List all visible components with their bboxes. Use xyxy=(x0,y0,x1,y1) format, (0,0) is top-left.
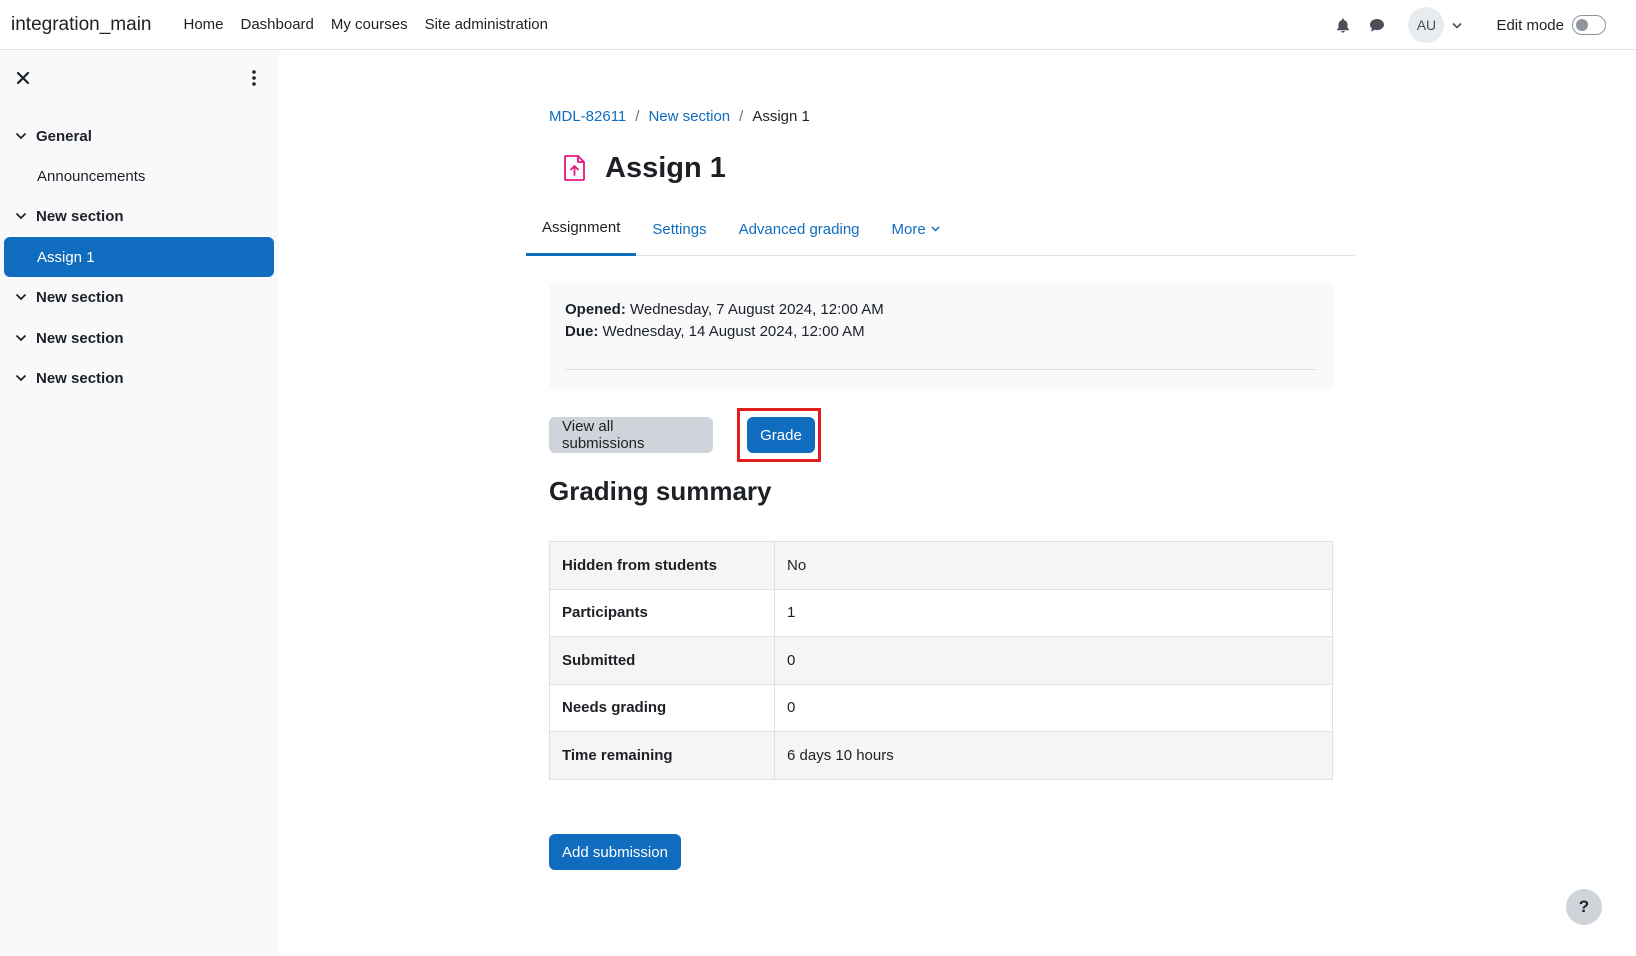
sidebar-item-assign-1[interactable]: Assign 1 xyxy=(4,237,274,277)
sidebar-section-label: New section xyxy=(36,207,124,225)
tab-settings[interactable]: Settings xyxy=(636,202,722,256)
add-submission-button[interactable]: Add submission xyxy=(549,834,681,870)
grading-summary-heading: Grading summary xyxy=(549,476,772,506)
sidebar-section-label: New section xyxy=(36,288,124,306)
opened-date: Opened: Wednesday, 7 August 2024, 12:00 … xyxy=(565,299,1317,321)
sidebar-section-label: New section xyxy=(36,329,124,347)
table-row: Needs grading 0 xyxy=(549,683,1333,732)
due-value: Wednesday, 14 August 2024, 12:00 AM xyxy=(602,323,865,340)
bell-icon[interactable] xyxy=(1332,14,1354,36)
chat-icon[interactable] xyxy=(1366,14,1388,36)
sidebar-item-announcements[interactable]: Announcements xyxy=(0,156,279,196)
row-value: 1 xyxy=(774,588,1333,637)
nav-my-courses[interactable]: My courses xyxy=(331,16,408,33)
breadcrumb: MDL-82611 / New section / Assign 1 xyxy=(549,108,810,125)
top-navbar: integration_main Home Dashboard My cours… xyxy=(0,0,1636,50)
table-row: Time remaining 6 days 10 hours xyxy=(549,731,1333,780)
primary-navigation: Home Dashboard My courses Site administr… xyxy=(183,16,548,33)
opened-label: Opened: xyxy=(565,301,626,318)
tab-more[interactable]: More xyxy=(876,202,956,256)
breadcrumb-current: Assign 1 xyxy=(752,108,810,125)
sidebar-section-new-section[interactable]: New section xyxy=(0,277,279,317)
row-value: 0 xyxy=(774,683,1333,732)
breadcrumb-separator: / xyxy=(739,108,744,125)
nav-site-administration[interactable]: Site administration xyxy=(425,16,548,33)
chevron-down-icon[interactable] xyxy=(1452,22,1463,29)
tab-label: Assignment xyxy=(542,219,621,236)
tab-label: Advanced grading xyxy=(738,220,860,238)
grading-summary-table: Hidden from students No Participants 1 S… xyxy=(549,541,1333,780)
sidebar-section-label: General xyxy=(36,127,92,145)
course-index-drawer: General Announcements New section Assign… xyxy=(0,50,279,956)
grade-button[interactable]: Grade xyxy=(747,417,815,453)
tab-label: Settings xyxy=(652,220,707,238)
tab-advanced-grading[interactable]: Advanced grading xyxy=(723,202,876,256)
table-row: Participants 1 xyxy=(549,588,1333,637)
kebab-icon[interactable] xyxy=(247,69,261,87)
close-icon[interactable] xyxy=(15,70,31,86)
sidebar-item-label: Announcements xyxy=(37,167,146,185)
row-label: Time remaining xyxy=(549,731,775,780)
row-label: Participants xyxy=(549,588,775,637)
sidebar-section-label: New section xyxy=(36,369,124,387)
sidebar-item-label: Assign 1 xyxy=(37,248,95,266)
row-label: Hidden from students xyxy=(549,541,775,590)
breadcrumb-section[interactable]: New section xyxy=(648,108,730,125)
user-navigation: AU Edit mode xyxy=(1332,0,1636,50)
table-row: Submitted 0 xyxy=(549,636,1333,685)
page-title: Assign 1 xyxy=(605,151,726,184)
nav-dashboard[interactable]: Dashboard xyxy=(241,16,314,33)
edit-mode-toggle[interactable] xyxy=(1572,15,1606,35)
assignment-upload-icon xyxy=(553,146,597,190)
sidebar-section-general[interactable]: General xyxy=(0,116,279,156)
divider xyxy=(565,369,1317,370)
main-content: MDL-82611 / New section / Assign 1 Assig… xyxy=(279,50,1636,956)
breadcrumb-separator: / xyxy=(635,108,640,125)
due-date: Due: Wednesday, 14 August 2024, 12:00 AM xyxy=(565,321,1317,343)
row-value: No xyxy=(774,541,1333,590)
avatar[interactable]: AU xyxy=(1408,7,1445,43)
opened-value: Wednesday, 7 August 2024, 12:00 AM xyxy=(630,301,884,318)
secondary-navigation-tabs: Assignment Settings Advanced grading Mor… xyxy=(526,202,1355,256)
row-label: Submitted xyxy=(549,636,775,685)
row-value: 6 days 10 hours xyxy=(774,731,1333,780)
chevron-down-icon[interactable] xyxy=(14,331,28,345)
nav-home[interactable]: Home xyxy=(183,16,223,33)
sidebar-section-new-section[interactable]: New section xyxy=(0,196,279,236)
help-button[interactable]: ? xyxy=(1566,889,1602,925)
tab-label: More xyxy=(891,220,926,238)
chevron-down-icon[interactable] xyxy=(14,129,28,143)
chevron-down-icon[interactable] xyxy=(14,290,28,304)
breadcrumb-course[interactable]: MDL-82611 xyxy=(549,108,626,125)
row-value: 0 xyxy=(774,636,1333,685)
site-brand[interactable]: integration_main xyxy=(11,14,151,36)
view-all-submissions-button[interactable]: View all submissions xyxy=(549,417,713,453)
chevron-down-icon[interactable] xyxy=(14,209,28,223)
chevron-down-icon[interactable] xyxy=(14,371,28,385)
sidebar-section-new-section[interactable]: New section xyxy=(0,358,279,398)
sidebar-section-new-section[interactable]: New section xyxy=(0,318,279,358)
edit-mode-label: Edit mode xyxy=(1496,16,1564,34)
row-label: Needs grading xyxy=(549,683,775,732)
page-header: Assign 1 xyxy=(549,146,726,190)
table-row: Hidden from students No xyxy=(549,541,1333,590)
due-label: Due: xyxy=(565,323,599,340)
chevron-down-icon xyxy=(931,226,940,232)
activity-dates: Opened: Wednesday, 7 August 2024, 12:00 … xyxy=(549,281,1333,391)
tab-assignment[interactable]: Assignment xyxy=(526,202,637,256)
